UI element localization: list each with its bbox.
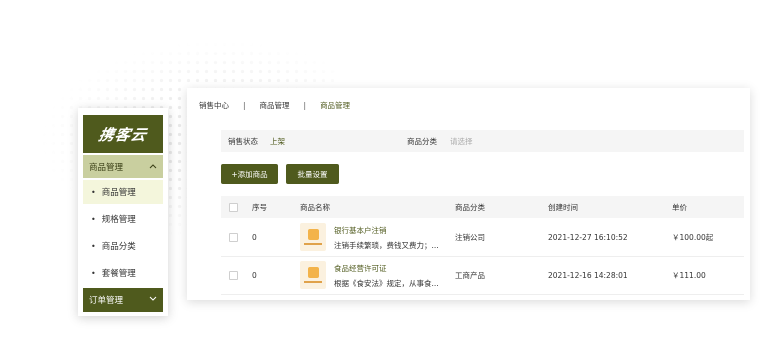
- row-seq: 0: [252, 270, 257, 280]
- row-created: 2021-12-27 16:10:52: [548, 232, 628, 242]
- row-price: ￥111.00: [672, 270, 706, 280]
- bullet-icon: •: [91, 268, 96, 278]
- product-description: 根据《食安法》规定，从事食...: [334, 279, 439, 288]
- breadcrumb: 销售中心 | 商品管理 | 商品管理: [199, 100, 350, 111]
- row-category: 注销公司: [455, 232, 485, 242]
- sidebar-item-package-management[interactable]: • 套餐管理: [83, 261, 163, 285]
- product-description: 注销手续繁琐，费钱又费力；...: [334, 241, 439, 250]
- select-all-checkbox[interactable]: [229, 202, 238, 212]
- sidebar-item-label: 规格管理: [101, 215, 136, 225]
- product-thumbnail: [300, 223, 326, 251]
- category-filter-label: 商品分类: [407, 136, 437, 146]
- row-created: 2021-12-16 14:28:01: [548, 270, 628, 280]
- breadcrumb-separator: |: [243, 101, 246, 110]
- sidebar-group-label: 订单管理: [89, 296, 124, 306]
- status-filter-label: 销售状态: [228, 136, 258, 146]
- add-product-button[interactable]: +添加商品: [221, 164, 278, 184]
- table-row[interactable]: 0 食品经营许可证 根据《食安法》规定，从事食... 工商产品 2021-12-…: [221, 256, 744, 295]
- chevron-down-icon: [149, 295, 157, 305]
- header-category: 商品分类: [455, 202, 485, 212]
- product-thumbnail: [300, 261, 326, 289]
- logo: 携客云: [83, 115, 163, 153]
- main-panel: 销售中心 | 商品管理 | 商品管理 销售状态 上架 商品分类 请选择 +添加商…: [187, 88, 750, 300]
- chevron-up-icon: [149, 162, 157, 172]
- sidebar-group-order-management[interactable]: 订单管理: [83, 288, 163, 312]
- sidebar-item-label: 套餐管理: [101, 269, 136, 279]
- sidebar-item-product-category[interactable]: • 商品分类: [83, 234, 163, 258]
- product-name[interactable]: 银行基本户注销: [334, 225, 387, 236]
- sidebar-group-product-management[interactable]: 商品管理: [83, 155, 163, 178]
- bullet-icon: •: [91, 241, 96, 251]
- sidebar-item-label: 商品分类: [101, 242, 136, 252]
- row-category: 工商产品: [455, 270, 485, 280]
- category-select[interactable]: 请选择: [450, 136, 473, 147]
- logo-text: 携客云: [96, 125, 149, 144]
- batch-settings-button[interactable]: 批量设置: [286, 164, 339, 184]
- table-row[interactable]: 0 银行基本户注销 注销手续繁琐，费钱又费力；... 注销公司 2021-12-…: [221, 218, 744, 257]
- sidebar-item-product-management[interactable]: • 商品管理: [83, 180, 163, 204]
- table-header: 序号 商品名称 商品分类 创建时间 单价: [221, 196, 744, 218]
- row-seq: 0: [252, 232, 257, 242]
- sidebar: 携客云 商品管理 • 商品管理 • 规格管理 • 商品分类 • 套餐管理 订单管…: [78, 108, 168, 316]
- sidebar-group-label: 商品管理: [89, 162, 124, 173]
- breadcrumb-item-current: 商品管理: [320, 101, 351, 110]
- product-name[interactable]: 食品经营许可证: [334, 263, 387, 274]
- bullet-icon: •: [91, 187, 96, 197]
- row-price: ￥100.00起: [672, 232, 714, 242]
- row-checkbox[interactable]: [229, 270, 238, 280]
- breadcrumb-separator: |: [303, 101, 307, 110]
- sidebar-item-spec-management[interactable]: • 规格管理: [83, 207, 163, 231]
- filter-bar: 销售状态 上架 商品分类 请选择: [221, 130, 744, 152]
- header-created: 创建时间: [548, 202, 578, 212]
- header-seq: 序号: [252, 202, 267, 212]
- status-filter-value[interactable]: 上架: [270, 136, 285, 147]
- breadcrumb-item-product-management[interactable]: 商品管理: [260, 100, 290, 111]
- sidebar-item-label: 商品管理: [101, 188, 136, 198]
- breadcrumb-item-sales-center[interactable]: 销售中心: [199, 100, 229, 111]
- row-checkbox[interactable]: [229, 232, 238, 242]
- header-price: 单价: [672, 202, 687, 212]
- bullet-icon: •: [91, 214, 96, 224]
- header-name: 商品名称: [300, 202, 330, 212]
